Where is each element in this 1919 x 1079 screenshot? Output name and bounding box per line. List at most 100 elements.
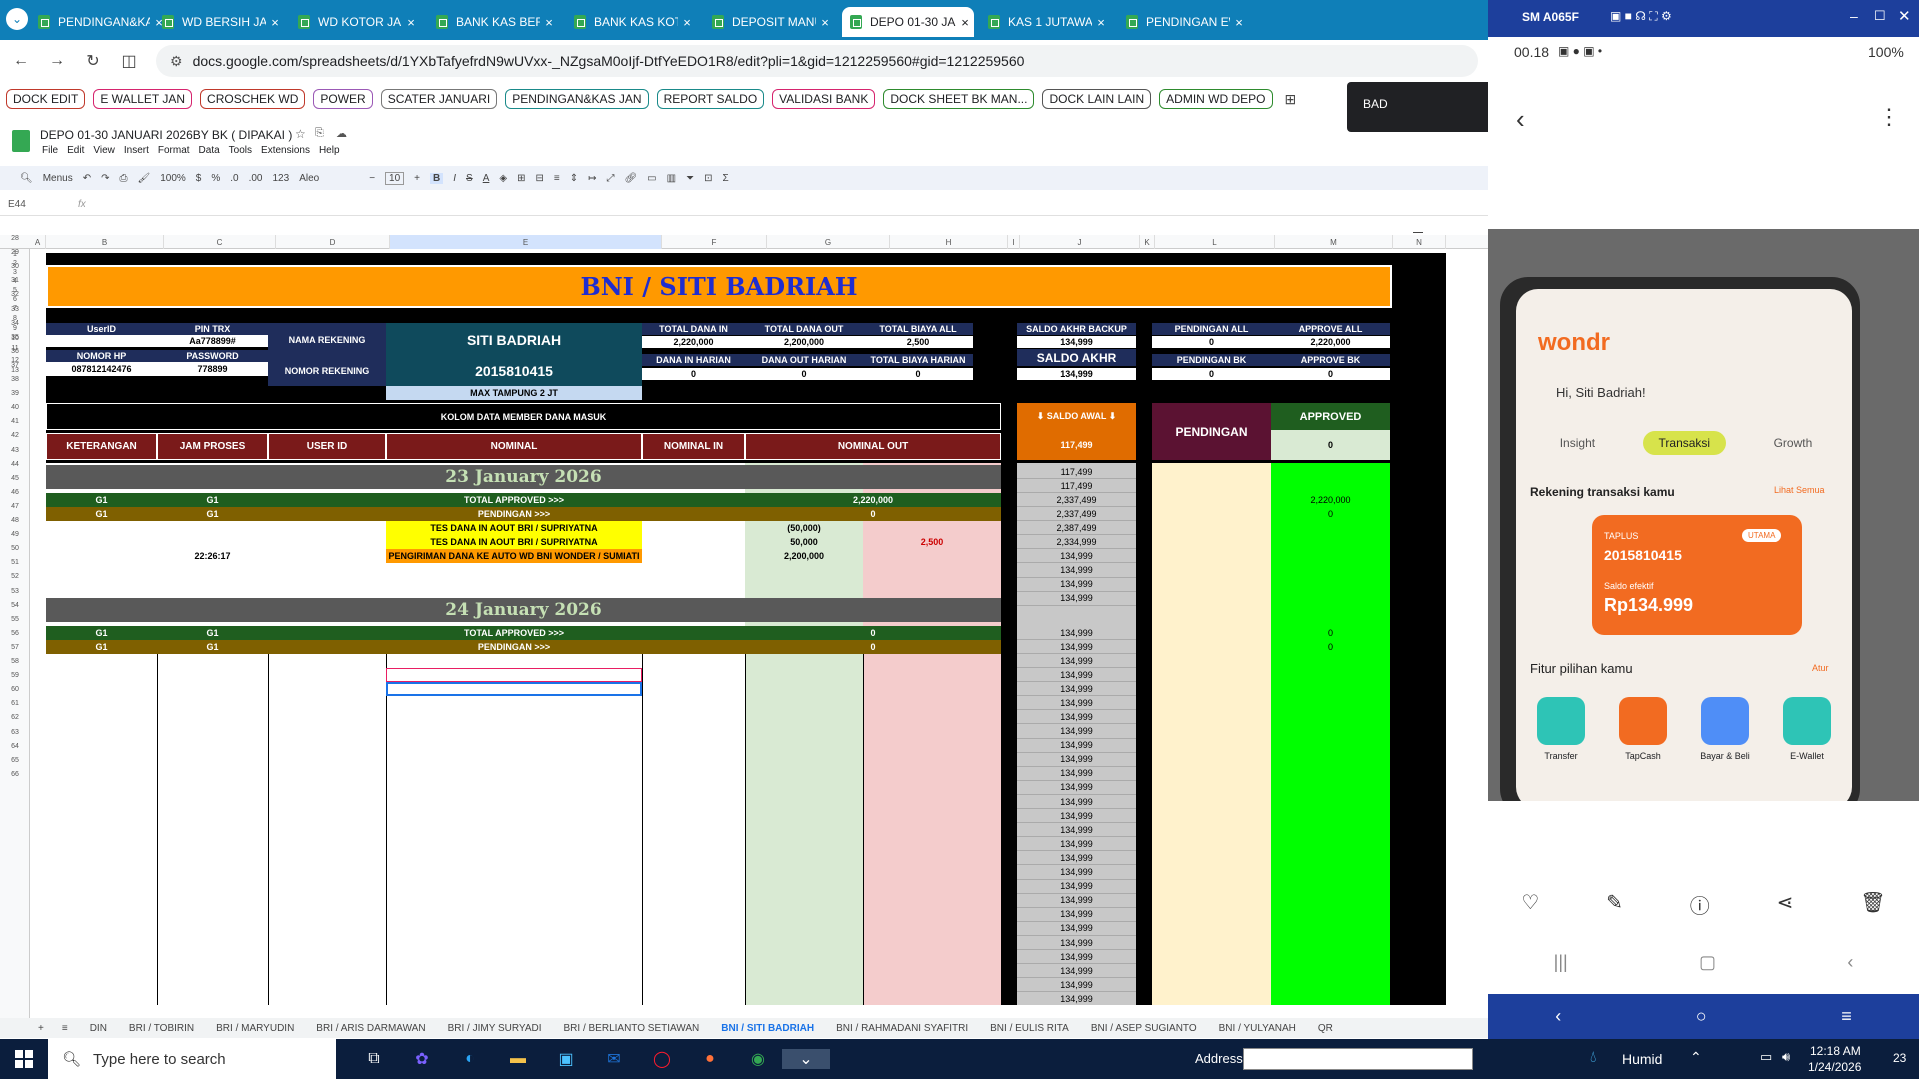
tab-close-icon[interactable]: × (1092, 15, 1110, 30)
value-nomor-rek[interactable]: 2015810415 (386, 356, 642, 386)
column-header[interactable]: E (390, 235, 662, 249)
saldo-cell[interactable]: 134,999 (1017, 879, 1136, 894)
row-number[interactable]: 50 (0, 545, 30, 552)
split-view-icon[interactable]: ◫ (114, 46, 144, 76)
label-password[interactable]: PASSWORD (157, 350, 268, 362)
sheet-tab[interactable]: BNI / ASEP SUGIANTO (1091, 1023, 1197, 1034)
nav-transaksi[interactable]: Transaksi (1642, 431, 1727, 455)
name-box[interactable]: E44 (8, 199, 26, 210)
saldo-cell[interactable]: 134,999 (1017, 654, 1136, 669)
column-header[interactable]: A (30, 235, 46, 249)
saldo-cell[interactable]: 134,999 (1017, 921, 1136, 936)
row-number[interactable]: 55 (0, 616, 30, 623)
cell-keterangan[interactable]: G1 (46, 493, 157, 508)
cell-nominal[interactable]: PENDINGAN >>> (386, 640, 642, 655)
font-select[interactable]: Aleo (299, 173, 359, 184)
saldo-cell[interactable]: 134,999 (1017, 851, 1136, 866)
reload-icon[interactable]: ↻ (78, 46, 108, 76)
cell-userid[interactable] (268, 535, 386, 550)
label-tdi[interactable]: TOTAL DANA IN (642, 323, 745, 335)
menu-item[interactable]: Help (319, 145, 340, 156)
apps-grid-icon[interactable]: ⊞ (1285, 91, 1297, 108)
phone-more-icon[interactable]: ⋮ (1878, 104, 1900, 130)
firefox-icon[interactable]: ● (686, 1050, 734, 1068)
cell-nominal-out[interactable]: 0 (745, 626, 1001, 641)
sheet-tab[interactable]: BNI / SITI BADRIAH (721, 1023, 814, 1034)
row-number[interactable]: 36 (0, 348, 30, 355)
value-abk[interactable]: 0 (1271, 368, 1390, 380)
cell-userid[interactable] (268, 549, 386, 564)
sheet-tab[interactable]: BRI / JIMY SURYADI (448, 1023, 542, 1034)
cell-jam[interactable]: 22:26:17 (157, 549, 268, 564)
active-app-icon[interactable]: ⌄ (782, 1049, 830, 1069)
column-header[interactable]: F (662, 235, 767, 249)
bookmark-item[interactable]: REPORT SALDO (656, 89, 765, 109)
notification-count[interactable]: 23 (1893, 1051, 1906, 1065)
browser-tab[interactable]: PENDINGAN EWA× (1118, 7, 1248, 37)
info-icon[interactable]: ⓘ (1690, 890, 1710, 919)
saldo-cell[interactable]: 134,999 (1017, 710, 1136, 725)
value-nama[interactable]: SITI BADRIAH (386, 323, 642, 356)
mirror-menu-icon[interactable]: ≡ (1841, 1006, 1852, 1027)
filter-icon[interactable]: ⏷ (686, 173, 694, 184)
saldo-cell[interactable]: 134,999 (1017, 893, 1136, 908)
highlight-cell[interactable] (386, 668, 642, 683)
approved-cell[interactable]: 0 (1271, 626, 1390, 641)
currency-button[interactable]: $ (196, 173, 202, 184)
row-number[interactable]: 48 (0, 517, 30, 524)
cell-biaya[interactable]: 2,500 (863, 535, 1001, 550)
cell-jam[interactable]: G1 (157, 507, 268, 522)
saldo-cell[interactable]: 134,999 (1017, 964, 1136, 979)
column-header[interactable]: C (164, 235, 276, 249)
italic-icon[interactable]: I (453, 173, 456, 184)
menu-item[interactable]: Data (199, 145, 220, 156)
row-number[interactable]: 45 (0, 475, 30, 482)
column-title[interactable]: JAM PROSES (157, 433, 268, 460)
bookmark-item[interactable]: CROSCHEK WD (200, 89, 306, 109)
value-aa[interactable]: 2,220,000 (1271, 336, 1390, 348)
cell-keterangan[interactable]: G1 (46, 626, 157, 641)
column-header[interactable]: K (1140, 235, 1155, 249)
gallery-photo[interactable]: wondr Hi, Siti Badriah! Insight Transaks… (1488, 229, 1919, 801)
nav-insight[interactable]: Insight (1560, 436, 1595, 450)
bookmark-item[interactable]: PENDINGAN&KAS JAN (505, 89, 649, 109)
approved-cell[interactable]: 0 (1271, 640, 1390, 655)
row-number[interactable]: 46 (0, 489, 30, 496)
minimize-icon[interactable]: – (1850, 8, 1858, 24)
maximize-icon[interactable]: ☐ (1874, 8, 1886, 24)
cell-nominal[interactable]: TOTAL APPROVED >>> (386, 493, 642, 508)
saldo-cell[interactable]: 2,337,499 (1017, 493, 1136, 508)
label-pin[interactable]: PIN TRX (157, 323, 268, 335)
saldo-cell[interactable]: 2,334,999 (1017, 535, 1136, 550)
saldo-cell[interactable]: 134,999 (1017, 696, 1136, 711)
sheet-tab[interactable]: BRI / ARIS DARMAWAN (316, 1023, 425, 1034)
filter-views-icon[interactable]: ⊡ (704, 173, 712, 184)
saldo-cell[interactable]: 134,999 (1017, 907, 1136, 922)
functions-icon[interactable]: Σ (722, 173, 728, 184)
row-number[interactable]: 39 (0, 390, 30, 397)
sheet-tab[interactable]: BRI / MARYUDIN (216, 1023, 294, 1034)
max-tampung[interactable]: MAX TAMPUNG 2 JT (386, 386, 642, 400)
value-tba[interactable]: 2,500 (863, 336, 973, 348)
saldo-cell[interactable]: 134,999 (1017, 549, 1136, 564)
kolom-title[interactable]: KOLOM DATA MEMBER DANA MASUK (46, 403, 1001, 430)
chrome-icon[interactable]: ◉ (734, 1049, 782, 1069)
phone-back-icon[interactable]: ‹ (1516, 104, 1525, 135)
row-number[interactable]: 31 (0, 277, 30, 284)
sheet-tab[interactable]: QR (1318, 1023, 1333, 1034)
volume-icon[interactable]: 🔊︎ (1782, 1049, 1790, 1065)
label-dih[interactable]: DANA IN HARIAN (642, 354, 745, 366)
saldo-cell[interactable]: 134,999 (1017, 682, 1136, 697)
tab-close-icon[interactable]: × (678, 15, 696, 30)
label-userid[interactable]: UserID (46, 323, 157, 335)
column-title[interactable]: NOMINAL (386, 433, 642, 460)
saldo-cell[interactable]: 2,387,499 (1017, 521, 1136, 536)
row-number[interactable]: 38 (0, 376, 30, 383)
row-number[interactable]: 29 (0, 249, 30, 256)
value-tdo[interactable]: 2,200,000 (745, 336, 863, 348)
menu-item[interactable]: Tools (229, 145, 252, 156)
weather-icon[interactable]: 💧︎ (1590, 1049, 1596, 1067)
percent-button[interactable]: % (211, 173, 220, 184)
sheet-tab[interactable]: BNI / RAHMADANI SYAFITRI (836, 1023, 968, 1034)
menu-item[interactable]: Format (158, 145, 190, 156)
